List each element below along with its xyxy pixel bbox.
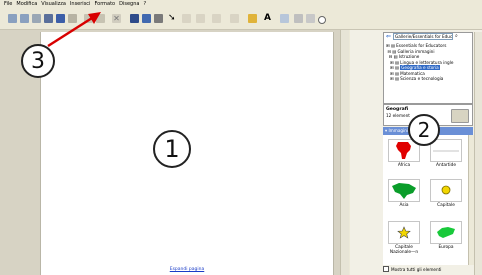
item-label: Antartide: [436, 163, 456, 168]
menu-modifica[interactable]: Modifica: [16, 0, 37, 8]
gallery-tree: ⊞ ▤ Essentials for Educators ⊟ ▤ Galleri…: [386, 43, 470, 82]
back-arrow-icon[interactable]: ⇐: [386, 33, 391, 40]
show-all-checkbox-row[interactable]: Mostra tutti gli elementi: [383, 266, 441, 272]
gallery-title: Geografi: [386, 107, 409, 112]
tree-item-scienza[interactable]: ⊞ ▤ Scienza e tecnologia: [386, 76, 470, 82]
gallery-tree-panel: ⇐ Gallerie/Essentials for Educators ⌕ ⊞ …: [383, 32, 473, 104]
table-icon[interactable]: [142, 14, 151, 23]
next-page-icon[interactable]: [20, 14, 29, 23]
gallery-count: 12 element: [386, 113, 410, 118]
shapes-icon[interactable]: [280, 14, 289, 23]
gallery-item-europa[interactable]: Europa: [428, 219, 464, 253]
item-label: Asia: [399, 203, 409, 208]
gallery-item-capitale[interactable]: Capitale: [428, 177, 464, 211]
pen-icon[interactable]: [182, 14, 191, 23]
fill-icon[interactable]: [248, 14, 257, 23]
select-arrow-icon[interactable]: ➘: [168, 14, 177, 23]
menu-bar: File Modifica Visualizza Inserisci Forma…: [0, 0, 482, 8]
callout-badge-3: 3: [21, 44, 55, 78]
toolbar: ✕ ➘ A: [0, 8, 482, 30]
checkbox-label: Mostra tutti gli elementi: [391, 266, 442, 272]
folder-icon: [451, 109, 469, 123]
highlighter-icon[interactable]: [196, 14, 205, 23]
properties-icon[interactable]: [294, 14, 303, 23]
screen-capture-icon[interactable]: [306, 14, 315, 23]
record-icon[interactable]: [318, 16, 326, 24]
capitale-nazionale-thumbnail: [388, 221, 420, 244]
print-icon[interactable]: [68, 14, 77, 23]
delete-icon[interactable]: ✕: [112, 14, 121, 23]
menu-inserisci[interactable]: Inserisci: [70, 0, 91, 8]
add-page-icon[interactable]: [32, 14, 41, 23]
gallery-item-asia[interactable]: Asia: [386, 177, 422, 211]
item-label: Africa: [397, 163, 411, 168]
capitale-thumbnail: [430, 179, 462, 202]
search-icon[interactable]: ⌕: [455, 33, 458, 39]
vertical-scrollbar[interactable]: [340, 30, 349, 275]
menu-visualizza[interactable]: Visualizza: [41, 0, 66, 8]
line-icon[interactable]: [230, 14, 239, 23]
asia-thumbnail: [388, 179, 420, 202]
menu-file[interactable]: File: [4, 0, 12, 8]
eraser-icon[interactable]: [212, 14, 221, 23]
checkbox[interactable]: [383, 266, 389, 272]
gallery-address[interactable]: Gallerie/Essentials for Educators: [393, 32, 454, 40]
item-label: Capitale: [437, 203, 455, 208]
europa-thumbnail: [430, 221, 462, 244]
open-icon[interactable]: [44, 14, 53, 23]
gallery-grid: Africa Antartide Asia Capitale Capitale …: [383, 135, 468, 265]
callout-badge-2: 2: [408, 114, 440, 146]
redo-icon[interactable]: [96, 14, 105, 23]
item-label: Europa: [438, 245, 454, 250]
previous-page-icon[interactable]: [8, 14, 17, 23]
antartide-thumbnail: [430, 139, 462, 162]
right-side-tabs[interactable]: [474, 32, 482, 275]
menu-disegna[interactable]: Disegna: [119, 0, 139, 8]
screen-icon[interactable]: [130, 14, 139, 23]
menu-help[interactable]: ?: [143, 0, 146, 8]
camera-icon[interactable]: [154, 14, 163, 23]
gallery-address-bar: ⇐ Gallerie/Essentials for Educators ⌕: [386, 32, 464, 40]
undo-icon[interactable]: [84, 14, 93, 23]
callout-badge-1: 1: [153, 130, 191, 168]
expand-page-link[interactable]: Espandi pagina: [41, 267, 333, 272]
gallery-scrollbar[interactable]: [468, 135, 474, 265]
item-label: Capitale Nazionale—n: [389, 245, 419, 255]
save-icon[interactable]: [56, 14, 65, 23]
text-icon[interactable]: A: [264, 14, 273, 23]
menu-formato[interactable]: Formato: [94, 0, 115, 8]
gallery-item-capitale-nazionale[interactable]: Capitale Nazionale—n: [386, 219, 422, 255]
